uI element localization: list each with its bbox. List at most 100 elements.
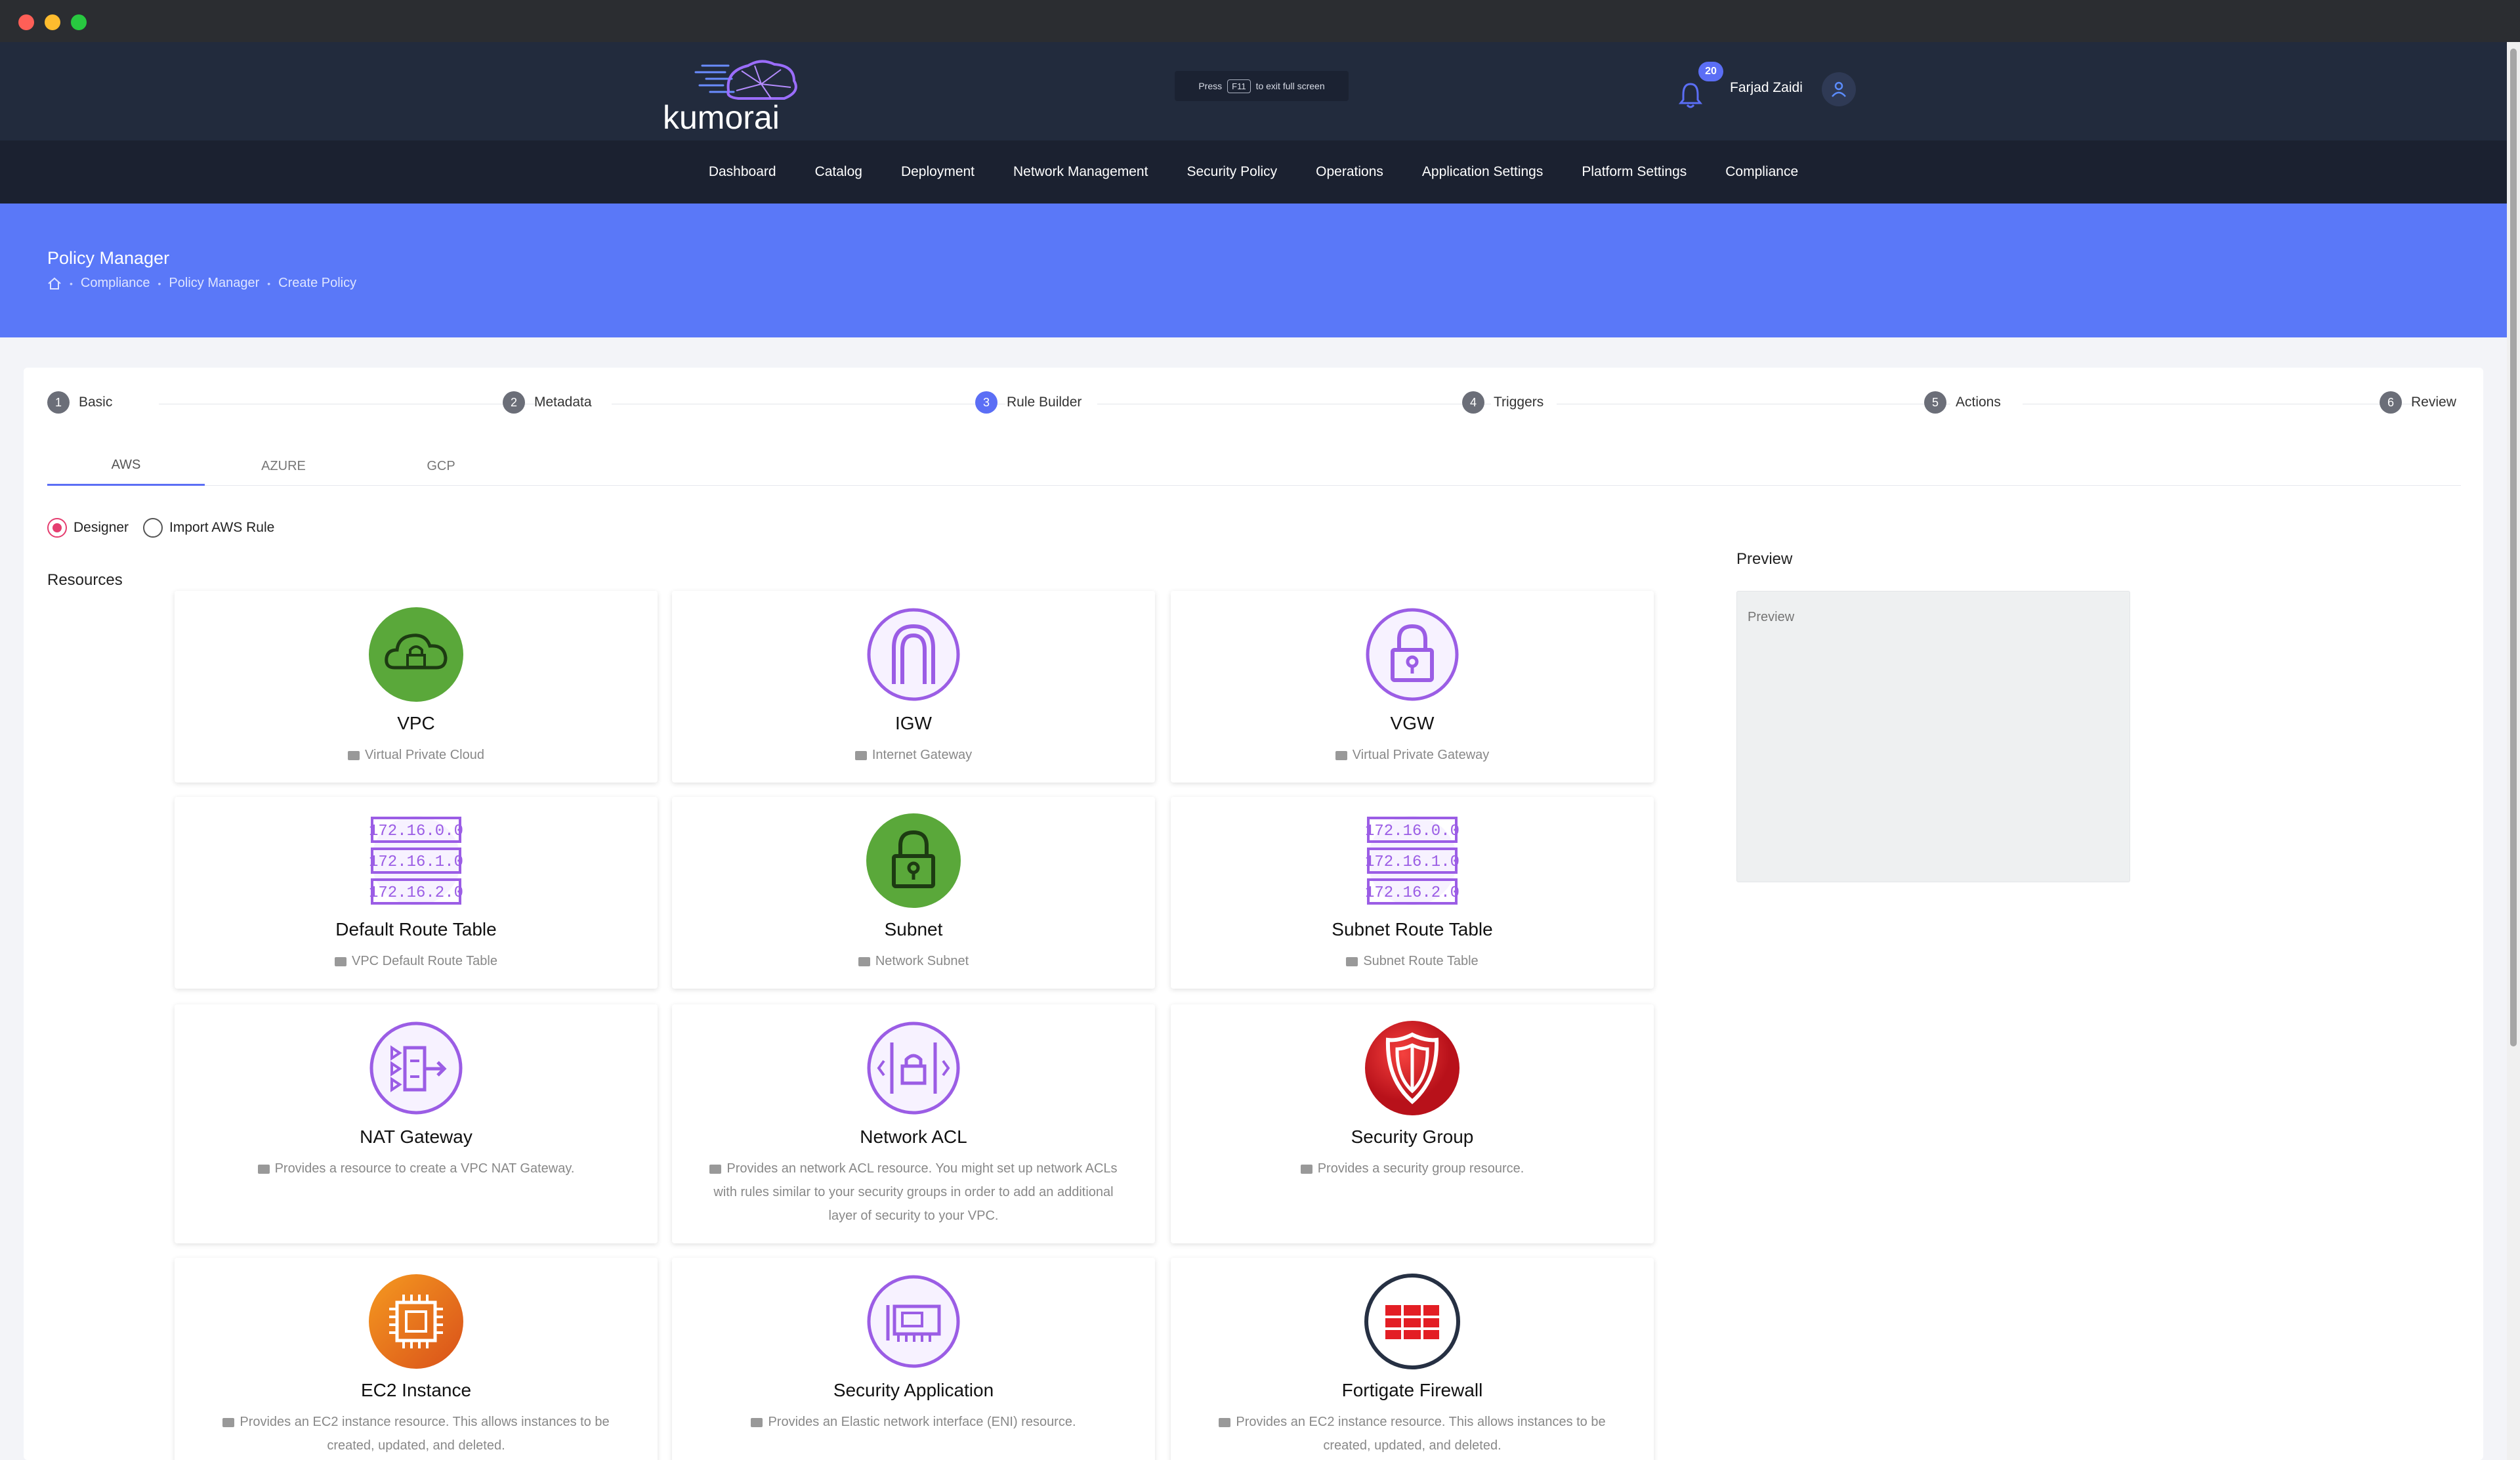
step-number: 2 [503, 391, 525, 414]
resource-name: Fortigate Firewall [1341, 1380, 1483, 1400]
step-rule-builder[interactable]: 3 Rule Builder [975, 391, 1082, 414]
resource-card-ec2-instance[interactable]: EC2 Instance Provides an EC2 instance re… [175, 1258, 658, 1460]
breadcrumb-separator: • [158, 278, 161, 289]
step-basic[interactable]: 1 Basic [47, 391, 112, 414]
resource-card-subnet-route-table[interactable]: 172.16.0.0 172.16.1.0 172.16.2.0 Subnet … [1171, 797, 1654, 989]
fullscreen-notice: Press F11 to exit full screen [1175, 71, 1349, 101]
resource-card-default-route-table[interactable]: 172.16.0.0 172.16.1.0 172.16.2.0 Default… [175, 797, 658, 989]
mode-radio-group: Designer Import AWS Rule [47, 517, 274, 538]
cloud-tabs: AWS AZURE GCP [47, 446, 2461, 486]
nav-deployment[interactable]: Deployment [901, 164, 975, 180]
subnet-lock-icon [866, 813, 961, 908]
scrollbar-thumb[interactable] [2510, 49, 2517, 1046]
resource-card-vgw[interactable]: VGW Virtual Private Gateway [1171, 591, 1654, 783]
igw-arch-icon [867, 608, 960, 701]
app-header: kumorai Press F11 to exit full screen [0, 42, 2507, 140]
kumorai-logo[interactable]: kumorai [663, 51, 827, 137]
resource-name: Security Application [833, 1380, 994, 1400]
svg-text:172.16.1.0: 172.16.1.0 [1365, 853, 1460, 871]
minimize-window-button[interactable] [45, 14, 60, 30]
radio-label: Designer [74, 520, 129, 535]
tab-azure[interactable]: AZURE [205, 446, 362, 486]
tab-aws[interactable]: AWS [47, 446, 205, 486]
nav-compliance[interactable]: Compliance [1725, 164, 1798, 180]
radio-designer[interactable]: Designer [47, 518, 129, 538]
preview-textarea[interactable] [1736, 591, 2130, 882]
bell-icon[interactable] [1677, 80, 1704, 109]
resource-name: Security Group [1351, 1127, 1474, 1147]
nav-network-management[interactable]: Network Management [1013, 164, 1148, 180]
maximize-window-button[interactable] [71, 14, 87, 30]
resource-name: NAT Gateway [360, 1127, 472, 1147]
avatar[interactable] [1822, 72, 1856, 106]
radio-indicator[interactable] [47, 518, 67, 538]
close-window-button[interactable] [18, 14, 34, 30]
resource-card-fortigate-firewall[interactable]: Fortigate Firewall Provides an EC2 insta… [1171, 1258, 1654, 1460]
resource-card-network-acl[interactable]: Network ACL Provides an network ACL reso… [672, 1004, 1155, 1243]
resource-card-igw[interactable]: IGW Internet Gateway [672, 591, 1155, 783]
folder-icon [1335, 750, 1347, 760]
step-metadata[interactable]: 2 Metadata [503, 391, 592, 414]
step-review[interactable]: 6 Review [2380, 391, 2456, 414]
resource-name: Subnet Route Table [1332, 919, 1493, 939]
breadcrumb-create-policy: Create Policy [278, 276, 357, 290]
chip-icon [369, 1274, 463, 1369]
step-number: 1 [47, 391, 70, 414]
resource-description: Virtual Private Gateway [1197, 743, 1628, 767]
svg-text:172.16.0.0: 172.16.0.0 [1365, 823, 1460, 840]
step-number: 5 [1924, 391, 1946, 414]
user-name[interactable]: Farjad Zaidi [1730, 80, 1803, 96]
page-banner: Policy Manager [0, 204, 2507, 337]
fullscreen-suffix-text: to exit full screen [1255, 81, 1325, 91]
fullscreen-key: F11 [1227, 79, 1251, 93]
tab-gcp[interactable]: GCP [362, 446, 520, 486]
resource-description: Provides an EC2 instance resource. This … [1197, 1410, 1628, 1457]
folder-icon [854, 750, 867, 760]
vgw-lock-icon [1366, 608, 1459, 701]
notification-badge[interactable]: 20 [1698, 62, 1723, 81]
step-label: Rule Builder [1007, 395, 1082, 410]
nav-operations[interactable]: Operations [1316, 164, 1383, 180]
breadcrumb: • Compliance • Policy Manager • Create P… [47, 276, 356, 291]
nav-platform-settings[interactable]: Platform Settings [1582, 164, 1687, 180]
step-actions[interactable]: 5 Actions [1924, 391, 2001, 414]
breadcrumb-policy-manager[interactable]: Policy Manager [169, 276, 259, 291]
folder-icon [751, 1417, 763, 1427]
step-label: Actions [1956, 395, 2001, 410]
resources-heading: Resources [47, 571, 123, 589]
nav-dashboard[interactable]: Dashboard [709, 164, 776, 180]
folder-icon [348, 750, 360, 760]
resource-description: Provides a resource to create a VPC NAT … [201, 1157, 631, 1180]
nav-catalog[interactable]: Catalog [815, 164, 862, 180]
folder-icon [1219, 1417, 1231, 1427]
resource-card-subnet[interactable]: Subnet Network Subnet [672, 797, 1155, 989]
resource-description: Provides a security group resource. [1197, 1157, 1628, 1180]
resource-description: VPC Default Route Table [201, 949, 631, 973]
resource-card-vpc[interactable]: VPC Virtual Private Cloud [175, 591, 658, 783]
step-label: Triggers [1494, 395, 1544, 410]
folder-icon [335, 956, 346, 966]
resource-description: Subnet Route Table [1197, 949, 1628, 973]
resource-card-security-application[interactable]: Security Application Provides an Elastic… [672, 1258, 1155, 1460]
page-scrollbar[interactable] [2507, 42, 2520, 1460]
resource-card-nat-gateway[interactable]: NAT Gateway Provides a resource to creat… [175, 1004, 658, 1243]
folder-icon [858, 956, 870, 966]
home-icon[interactable] [47, 277, 62, 290]
breadcrumb-compliance[interactable]: Compliance [81, 276, 150, 291]
resource-name: IGW [895, 713, 932, 733]
radio-import-aws-rule[interactable]: Import AWS Rule [143, 518, 274, 538]
resource-description: Provides an network ACL resource. You mi… [698, 1157, 1129, 1228]
step-label: Review [2411, 395, 2456, 410]
nav-application-settings[interactable]: Application Settings [1422, 164, 1543, 180]
shield-icon [1365, 1021, 1460, 1115]
radio-indicator[interactable] [143, 518, 163, 538]
resource-description: Virtual Private Cloud [201, 743, 631, 767]
user-icon [1832, 81, 1846, 97]
nav-security-policy[interactable]: Security Policy [1186, 164, 1277, 180]
page-title: Policy Manager [47, 248, 170, 268]
step-triggers[interactable]: 4 Triggers [1462, 391, 1544, 414]
main-nav: Dashboard Catalog Deployment Network Man… [0, 140, 2507, 204]
resource-description: Provides an EC2 instance resource. This … [201, 1410, 631, 1457]
step-number: 6 [2380, 391, 2402, 414]
resource-card-security-group[interactable]: Security Group Provides a security group… [1171, 1004, 1654, 1243]
